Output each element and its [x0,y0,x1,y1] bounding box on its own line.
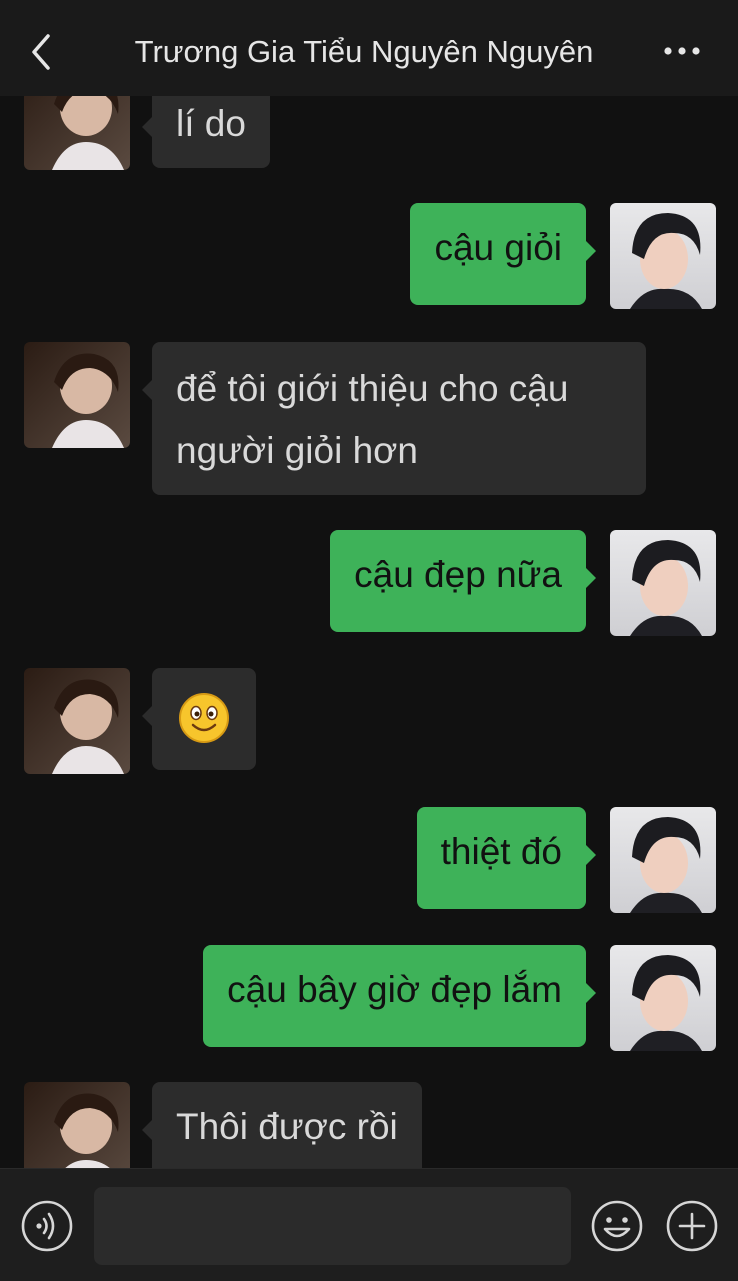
message-bubble-outgoing[interactable]: cậu đẹp nữa [330,530,596,632]
message-text: cậu bây giờ đẹp lắm [227,969,562,1010]
chat-header: Trương Gia Tiểu Nguyên Nguyên [0,0,738,96]
message-bubble-outgoing[interactable]: thiệt đó [416,807,597,909]
plus-circle-icon [666,1200,718,1252]
smiling-face-emoji [179,693,229,743]
message-text: Thôi được rồi [176,1106,398,1147]
emoji-icon [591,1200,643,1252]
chat-title: Trương Gia Tiểu Nguyên Nguyên [134,34,594,69]
voice-button[interactable] [20,1199,74,1253]
message-bubble-incoming[interactable]: để tôi giới thiệu cho cậu người giỏi hơn [142,342,646,495]
message-list[interactable]: lí do cậu giỏi để tôi giới thiệu cho cậu… [0,96,738,1168]
message-text: cậu đẹp nữa [354,554,562,595]
my-avatar[interactable] [610,945,716,1051]
message-bubble-outgoing[interactable]: cậu bây giờ đẹp lắm [203,945,596,1047]
voice-icon [21,1200,73,1252]
input-bar [0,1168,738,1281]
chevron-left-icon [32,34,50,70]
message-bubble-outgoing[interactable]: cậu giỏi [410,203,596,305]
emoji-button[interactable] [590,1199,644,1253]
message-bubble-incoming[interactable]: lí do [142,96,270,168]
message-text: lí do [176,103,246,144]
back-button[interactable] [24,30,60,74]
message-bubble-incoming[interactable]: Thôi được rồi [142,1082,422,1168]
message-input[interactable] [94,1187,571,1265]
message-bubble-incoming[interactable] [142,668,256,770]
contact-avatar[interactable] [24,668,130,774]
my-avatar[interactable] [610,807,716,913]
message-text: cậu giỏi [434,227,562,268]
message-text: để tôi giới thiệu cho cậu người giỏi hơn [176,368,569,471]
contact-avatar[interactable] [24,96,130,170]
more-button[interactable] [662,36,702,66]
more-horizontal-icon [664,47,700,55]
my-avatar[interactable] [610,530,716,636]
contact-avatar[interactable] [24,342,130,448]
more-actions-button[interactable] [665,1199,719,1253]
my-avatar[interactable] [610,203,716,309]
contact-avatar[interactable] [24,1082,130,1168]
message-text: thiệt đó [440,831,562,872]
